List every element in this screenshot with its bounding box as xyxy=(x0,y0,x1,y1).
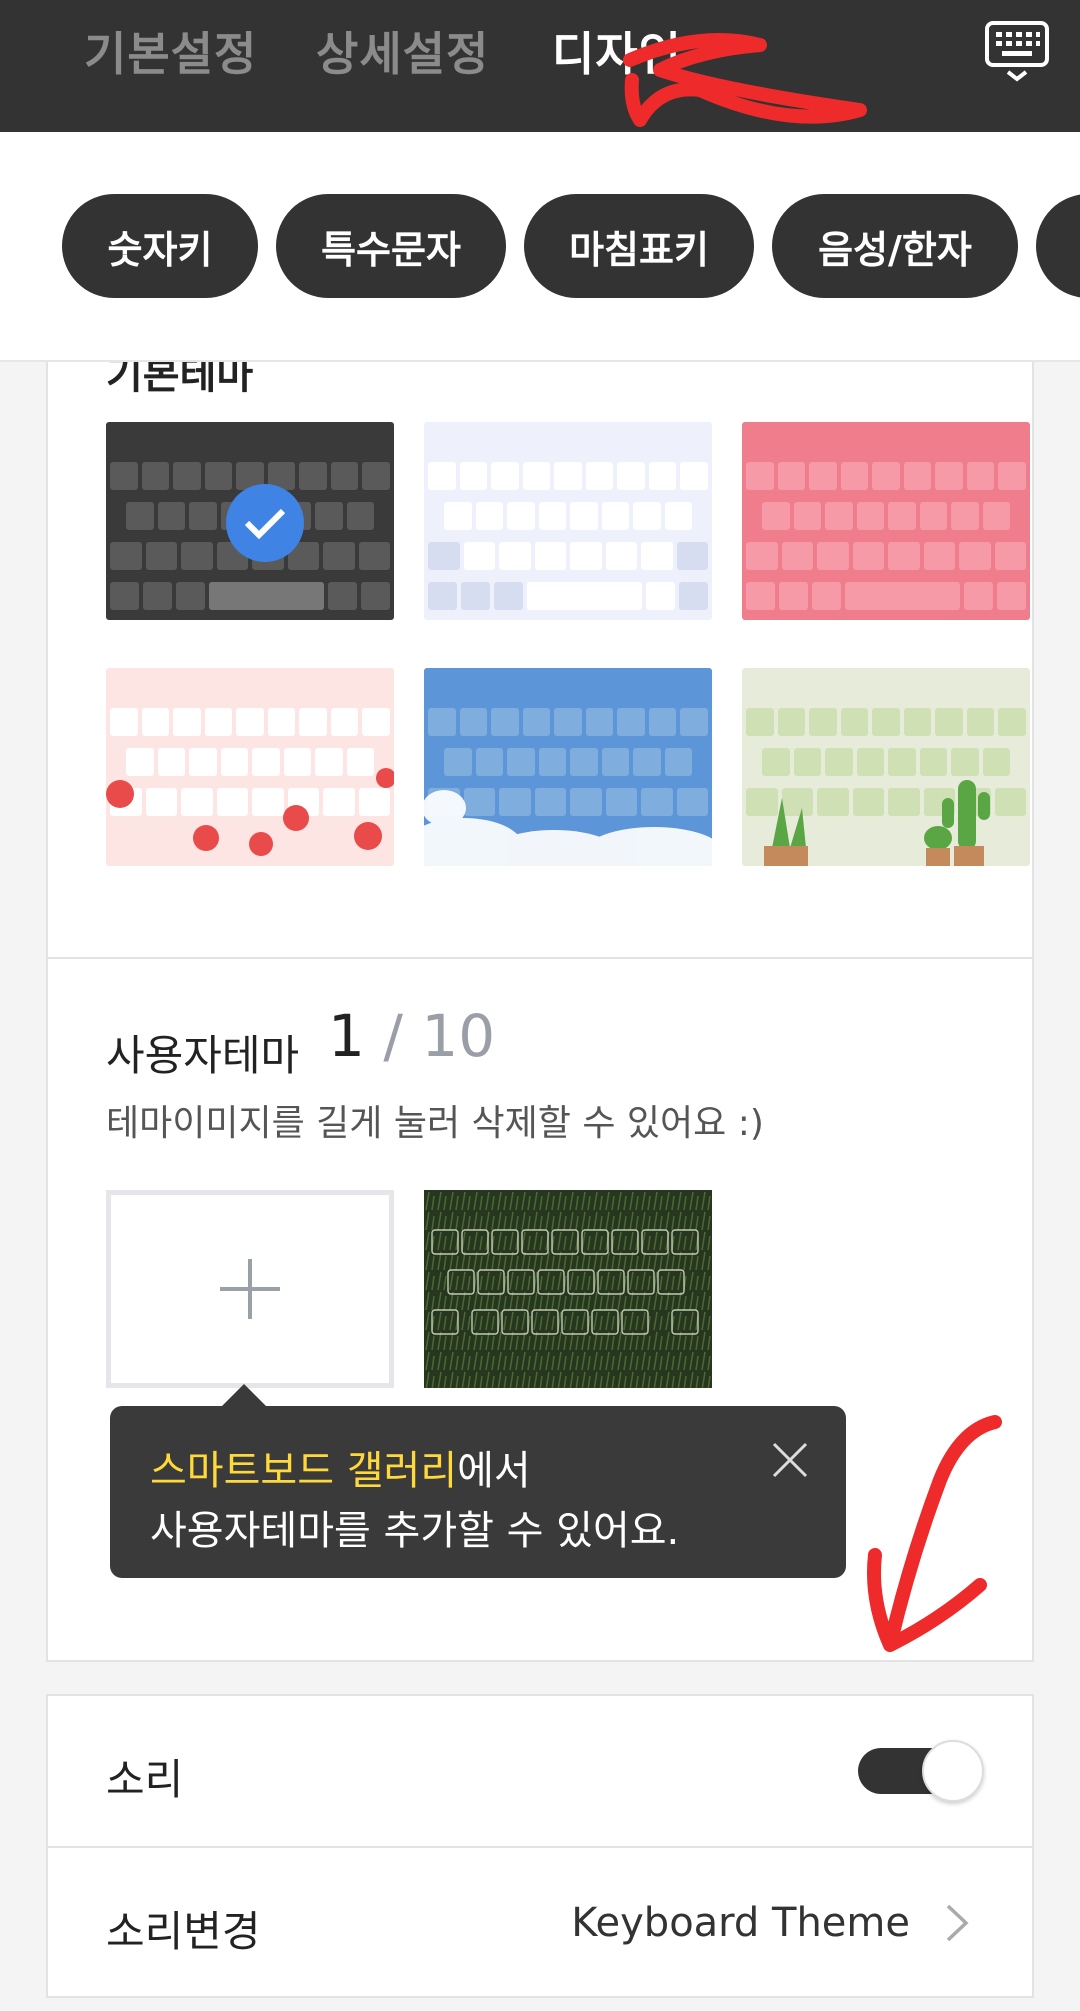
sound-change-value: Keyboard Theme xyxy=(571,1900,910,1946)
selected-check-icon xyxy=(226,484,304,562)
sound-toggle[interactable] xyxy=(858,1740,984,1802)
quick-chip-bar: 숫자키 특수문자 마침표키 음성/한자 xyxy=(0,132,1080,362)
key-row xyxy=(746,582,1027,610)
toolbar-icons xyxy=(116,428,384,450)
tooltip-line-1: 스마트보드 갤러리에서 xyxy=(150,1438,531,1496)
cloud-decor-icon xyxy=(424,790,712,866)
theme-thumb-sky[interactable] xyxy=(424,668,712,866)
sound-label: 소리 xyxy=(106,1755,184,1804)
setting-row-sound: 소리 xyxy=(48,1696,1032,1846)
close-icon[interactable] xyxy=(770,1440,810,1480)
key-row xyxy=(745,462,1027,490)
tab-detail-settings[interactable]: 상세설정 xyxy=(316,18,489,84)
strawberry-decor-icon xyxy=(106,768,394,856)
tab-design[interactable]: 디자인 xyxy=(552,18,682,84)
key-row xyxy=(762,502,1010,530)
sound-change-label: 소리변경 xyxy=(106,1907,261,1956)
chip-period-key[interactable]: 마침표키 xyxy=(524,194,754,298)
chip-voice-hanja[interactable]: 음성/한자 xyxy=(772,194,1018,298)
sound-settings-card: 소리 소리변경 Keyboard Theme xyxy=(46,1694,1034,1998)
key-row xyxy=(428,542,708,570)
theme-thumb-pink[interactable] xyxy=(742,422,1030,620)
chip-special-char[interactable]: 특수문자 xyxy=(276,194,506,298)
chip-more[interactable] xyxy=(1036,194,1080,298)
key-row xyxy=(444,502,692,530)
key-row xyxy=(428,582,709,610)
user-theme-title: 사용자테마 xyxy=(106,1031,300,1080)
theme-thumb-cactus[interactable] xyxy=(742,668,1030,866)
divider xyxy=(48,957,1032,959)
gallery-link[interactable]: 스마트보드 갤러리 xyxy=(150,1448,457,1494)
theme-thumb-light-blue[interactable] xyxy=(424,422,712,620)
user-theme-hint: 테마이미지를 길게 눌러 삭제할 수 있어요 :) xyxy=(106,1103,764,1144)
count-current: 1 xyxy=(328,1002,365,1070)
chevron-right-icon xyxy=(944,1902,972,1944)
setting-row-sound-change[interactable]: 소리변경 Keyboard Theme xyxy=(48,1848,1032,1998)
toggle-knob xyxy=(922,1740,984,1802)
key-row xyxy=(110,582,391,610)
tooltip-line-1-rest: 에서 xyxy=(457,1448,531,1494)
tooltip-line-2: 사용자테마를 추가할 수 있어요. xyxy=(150,1508,680,1554)
theme-title-clip: 기본테마 xyxy=(48,362,1032,402)
theme-thumb-dark[interactable] xyxy=(106,422,394,620)
count-separator: / xyxy=(383,1002,403,1070)
cactus-decor-icon xyxy=(764,780,990,866)
user-theme-count: 1 / 10 xyxy=(328,1002,495,1070)
tab-basic-settings[interactable]: 기본설정 xyxy=(84,18,257,84)
key-row xyxy=(746,542,1026,570)
key-row xyxy=(427,462,709,490)
keyboard-icon[interactable] xyxy=(984,20,1050,82)
plus-icon xyxy=(220,1259,280,1319)
gallery-tooltip: 스마트보드 갤러리에서 사용자테마를 추가할 수 있어요. xyxy=(110,1384,846,1578)
theme-thumb-strawberry[interactable] xyxy=(106,668,394,866)
grass-texture xyxy=(424,1190,712,1388)
basic-theme-title: 기본테마 xyxy=(106,362,254,398)
user-theme-thumb-grass[interactable] xyxy=(424,1190,712,1388)
add-theme-button[interactable] xyxy=(106,1190,394,1388)
theme-card: 기본테마 사용자테마 1 / 10 테마이미지를 길게 눌러 삭제할 수 있어요… xyxy=(46,362,1034,1662)
chip-number-key[interactable]: 숫자키 xyxy=(62,194,258,298)
top-tab-bar: 기본설정 상세설정 디자인 xyxy=(0,0,1080,132)
count-max: 10 xyxy=(421,1002,496,1070)
